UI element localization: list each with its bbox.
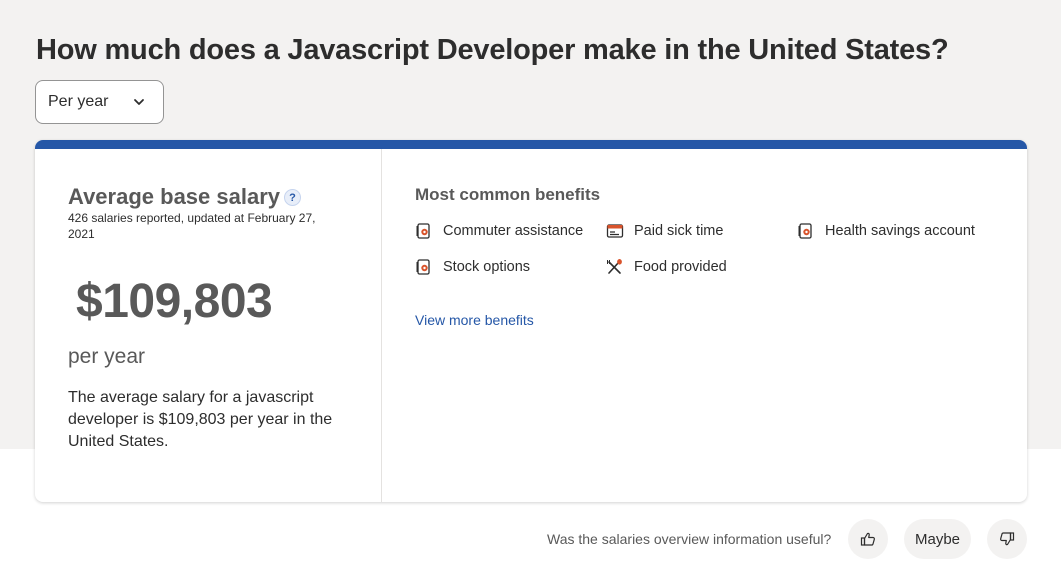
thumbs-up-button[interactable]: [848, 519, 888, 559]
benefit-item-paid-sick-time: Paid sick time: [606, 222, 723, 240]
health-savings-account-icon: [798, 223, 812, 239]
salary-card: Average base salary? 426 salaries report…: [35, 140, 1027, 502]
help-icon[interactable]: ?: [284, 189, 301, 206]
page-title: How much does a Javascript Developer mak…: [36, 34, 949, 66]
salary-panel: Average base salary? 426 salaries report…: [35, 149, 382, 502]
salaries-reported-text: 426 salaries reported, updated at Februa…: [68, 211, 316, 241]
chevron-down-icon: [134, 99, 144, 105]
benefit-label: Stock options: [443, 259, 531, 275]
feedback-question: Was the salaries overview information us…: [547, 531, 832, 547]
view-more-benefits-link[interactable]: View more benefits: [415, 312, 534, 328]
commuter-assistance-icon: [416, 223, 430, 239]
salary-period: per year: [68, 345, 146, 368]
maybe-button[interactable]: Maybe: [904, 519, 971, 559]
benefit-label: Food provided: [634, 259, 727, 275]
stock-options-icon: [416, 259, 430, 275]
food-provided-icon: [607, 259, 622, 274]
thumbs-down-icon: [1000, 532, 1015, 546]
benefit-item-commuter-assistance: Commuter assistance: [415, 222, 583, 240]
benefit-item-health-savings-account: Health savings account: [797, 222, 975, 240]
average-salary-heading-text: Average base salary: [68, 184, 280, 209]
benefits-heading: Most common benefits: [415, 185, 601, 204]
thumbs-down-button[interactable]: [987, 519, 1027, 559]
salary-amount: $109,803: [76, 275, 273, 328]
period-select[interactable]: Per year: [35, 80, 164, 124]
card-accent-bar: [35, 140, 1027, 149]
benefit-item-stock-options: Stock options: [415, 258, 530, 276]
benefit-item-food-provided: Food provided: [606, 258, 727, 276]
benefit-label: Paid sick time: [634, 223, 724, 239]
paid-sick-time-icon: [606, 224, 624, 238]
average-salary-heading: Average base salary?: [68, 184, 301, 210]
salary-description: The average salary for a javascript deve…: [68, 389, 333, 450]
benefit-label: Health savings account: [825, 223, 975, 239]
benefit-label: Commuter assistance: [443, 223, 584, 239]
period-select-value: Per year: [48, 93, 109, 110]
thumbs-up-icon: [860, 532, 875, 546]
benefits-panel: Most common benefits Commuter assistance…: [382, 149, 1027, 502]
